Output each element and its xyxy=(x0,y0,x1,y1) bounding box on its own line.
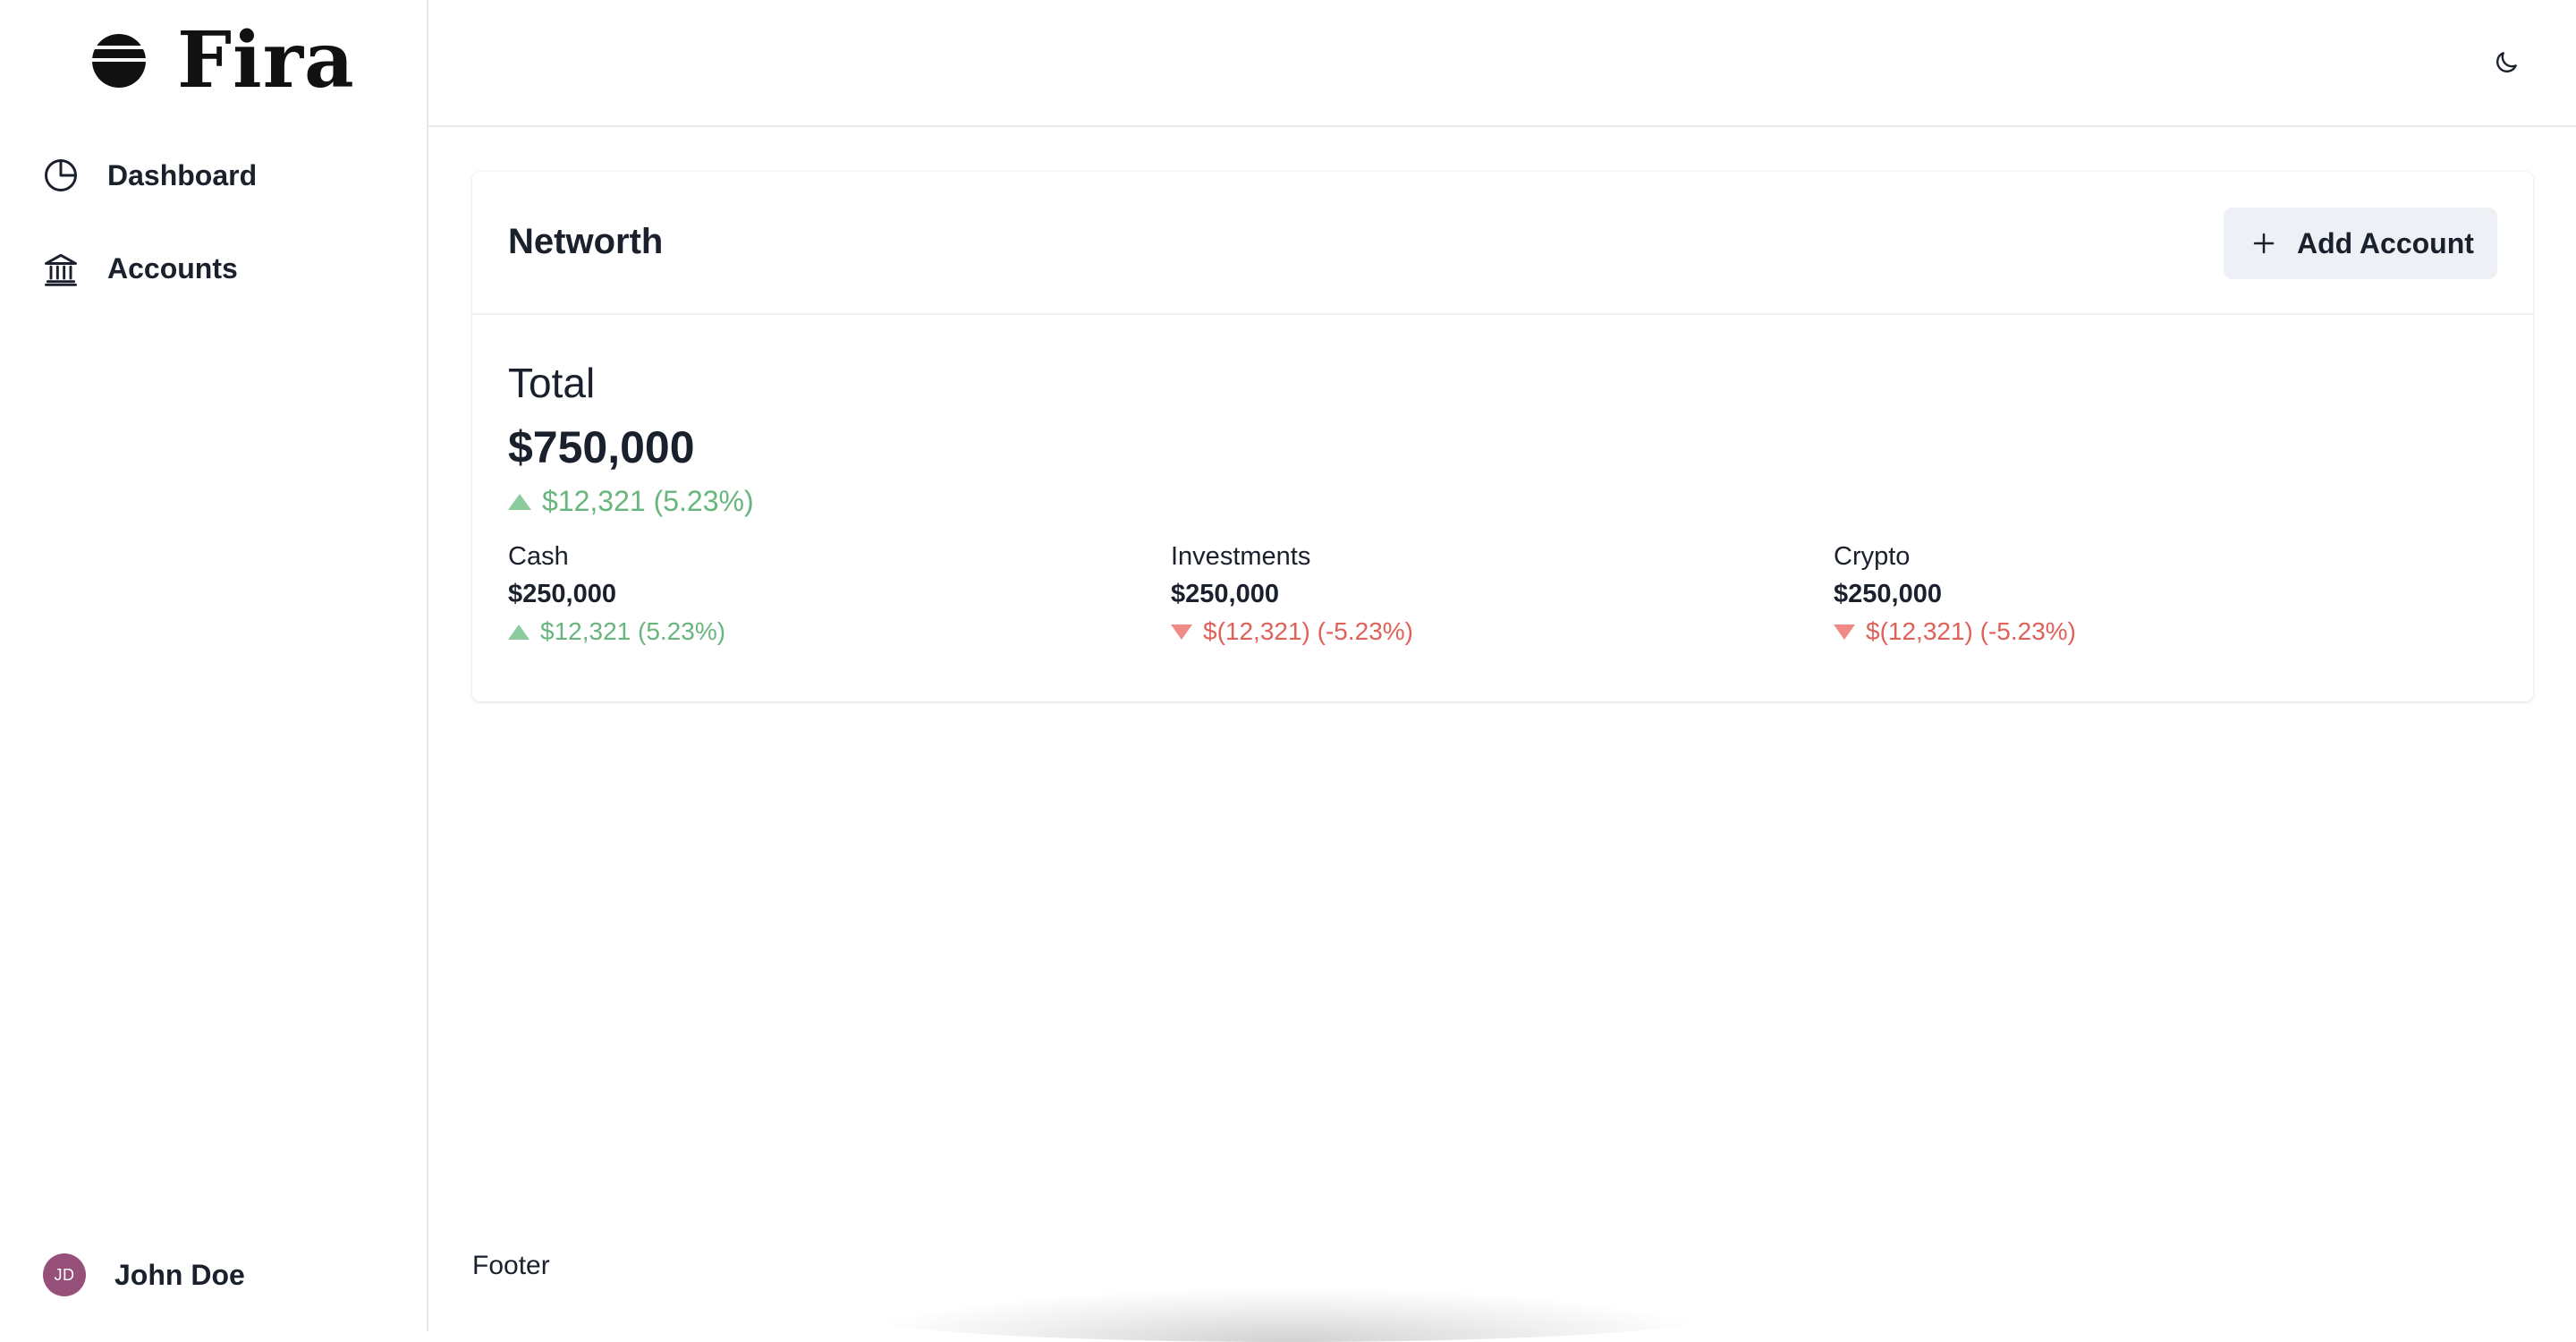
moon-icon xyxy=(2496,52,2517,72)
account-change: $(12,321) (-5.23%) xyxy=(1834,614,2496,650)
card-header: Networth Add Account xyxy=(472,172,2533,315)
sidebar-item-label: Dashboard xyxy=(107,158,258,191)
account-amount: $250,000 xyxy=(508,580,616,608)
add-account-button[interactable]: Add Account xyxy=(2224,208,2497,279)
networth-card: Networth Add Account Total $750,000 $12,… xyxy=(472,172,2533,701)
theme-toggle-button[interactable] xyxy=(2488,45,2524,81)
account-change-value: $12,321 (5.23%) xyxy=(540,617,726,645)
account-breakdown: Cash $250,000 $12,321 (5.23%) Investment… xyxy=(508,539,2497,650)
account-summary-investments: Investments $250,000 $(12,321) (-5.23%) xyxy=(1171,539,1834,650)
account-amount: $250,000 xyxy=(1834,580,1942,608)
sidebar: Fira Dashboard Accounts JD John Doe xyxy=(0,0,428,1331)
logo[interactable]: Fira xyxy=(91,20,355,102)
sidebar-item-dashboard[interactable]: Dashboard xyxy=(0,143,427,208)
plus-icon xyxy=(2253,233,2275,254)
sidebar-nav: Dashboard Accounts xyxy=(0,143,427,329)
account-amount: $250,000 xyxy=(1171,580,1279,608)
up-arrow-icon xyxy=(508,493,531,510)
account-change-value: $(12,321) (-5.23%) xyxy=(1203,617,1414,645)
bank-icon xyxy=(45,253,77,286)
add-account-label: Add Account xyxy=(2297,226,2474,259)
up-arrow-icon xyxy=(508,624,530,640)
top-header xyxy=(428,0,2576,127)
total-summary: Total $750,000 $12,321 (5.23%) xyxy=(508,358,754,518)
user-name: John Doe xyxy=(114,1258,245,1291)
account-change: $12,321 (5.23%) xyxy=(508,614,1171,650)
account-label: Cash xyxy=(508,542,569,571)
footer: Footer xyxy=(472,1251,550,1280)
total-amount: $750,000 xyxy=(508,422,695,472)
bottom-shadow xyxy=(859,1288,1717,1342)
total-change-value: $12,321 (5.23%) xyxy=(542,485,754,517)
logo-text: Fira xyxy=(177,15,355,106)
sidebar-item-accounts[interactable]: Accounts xyxy=(0,236,427,301)
account-summary-cash: Cash $250,000 $12,321 (5.23%) xyxy=(508,539,1171,650)
user-profile[interactable]: JD John Doe xyxy=(43,1253,245,1297)
total-label: Total xyxy=(508,360,596,406)
pie-chart-icon xyxy=(45,159,77,191)
down-arrow-icon xyxy=(1834,624,1855,640)
sidebar-item-label: Accounts xyxy=(107,251,238,285)
account-summary-crypto: Crypto $250,000 $(12,321) (-5.23%) xyxy=(1834,539,2496,650)
account-label: Crypto xyxy=(1834,542,1911,571)
avatar: JD xyxy=(43,1253,86,1296)
card-title: Networth xyxy=(508,222,664,261)
account-change: $(12,321) (-5.23%) xyxy=(1171,614,1834,650)
down-arrow-icon xyxy=(1171,624,1192,640)
logo-mark-icon xyxy=(92,34,146,88)
total-change: $12,321 (5.23%) xyxy=(508,485,754,518)
account-change-value: $(12,321) (-5.23%) xyxy=(1866,617,2077,645)
account-label: Investments xyxy=(1171,542,1311,571)
